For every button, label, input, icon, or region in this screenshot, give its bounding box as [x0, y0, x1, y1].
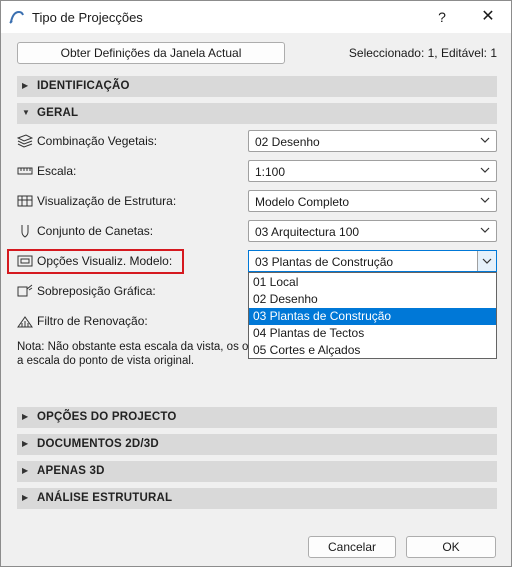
dropdown-value: 03 Arquitectura 100 [255, 225, 360, 239]
dropdown-button[interactable] [477, 251, 496, 271]
option-03-plantas-construcao[interactable]: 03 Plantas de Construção [249, 308, 496, 325]
dialog-window: Tipo de Projecções ? ✕ Obter Definições … [0, 0, 512, 567]
ok-button[interactable]: OK [406, 536, 496, 558]
option-04-plantas-tectos[interactable]: 04 Plantas de Tectos [249, 325, 496, 342]
chevron-down-icon [482, 258, 492, 264]
model-view-options-label: Opções Visualiz. Modelo: [37, 254, 173, 268]
get-settings-button[interactable]: Obter Definições da Janela Actual [17, 42, 285, 64]
chevron-down-icon [480, 137, 490, 143]
window-title: Tipo de Projecções [32, 10, 143, 25]
expand-arrow-icon: ▶ [22, 466, 29, 475]
note-line: a escala do ponto de vista original. [17, 355, 195, 367]
section-identification[interactable]: ▶ IDENTIFICAÇÃO [17, 76, 497, 97]
section-structural-analysis[interactable]: ▶ ANÁLISE ESTRUTURAL [17, 488, 497, 509]
option-02-desenho[interactable]: 02 Desenho [249, 291, 496, 308]
title-bar: Tipo de Projecções ? ✕ [1, 1, 511, 33]
section-label: GERAL [37, 107, 79, 119]
scale-label: Escala: [37, 164, 77, 178]
pen-icon [21, 225, 29, 238]
ruler-icon [17, 167, 33, 175]
collapse-arrow-icon: ▼ [22, 108, 30, 117]
expand-arrow-icon: ▶ [22, 81, 29, 90]
section-project-options[interactable]: ▶ OPÇÕES DO PROJECTO [17, 407, 497, 428]
renovation-filter-label: Filtro de Renovação: [37, 314, 148, 328]
pen-set-label: Conjunto de Canetas: [37, 224, 154, 238]
section-label: IDENTIFICAÇÃO [37, 80, 130, 92]
archicad-app-icon [9, 10, 24, 24]
chevron-down-icon [480, 227, 490, 233]
section-documents-2d-3d[interactable]: ▶ DOCUMENTOS 2D/3D [17, 434, 497, 455]
close-button[interactable]: ✕ [473, 5, 503, 29]
section-label: APENAS 3D [37, 465, 105, 477]
option-01-local[interactable]: 01 Local [249, 274, 496, 291]
section-3d-only[interactable]: ▶ APENAS 3D [17, 461, 497, 482]
dropdown-value: Modelo Completo [255, 195, 350, 209]
structure-icon [17, 195, 33, 207]
layer-combination-dropdown[interactable]: 02 Desenho [248, 130, 497, 152]
chevron-down-icon [480, 167, 490, 173]
cancel-button[interactable]: Cancelar [308, 536, 396, 558]
dropdown-value: 03 Plantas de Construção [255, 255, 394, 269]
expand-arrow-icon: ▶ [22, 493, 29, 502]
structure-display-dropdown[interactable]: Modelo Completo [248, 190, 497, 212]
dropdown-value: 1:100 [255, 165, 286, 179]
model-view-icon [17, 255, 33, 267]
note-line: Nota: Não obstante esta escala da vista,… [17, 341, 249, 353]
expand-arrow-icon: ▶ [22, 412, 29, 421]
graphic-override-label: Sobreposição Gráfica: [37, 284, 156, 298]
model-view-options-list: 01 Local 02 Desenho 03 Plantas de Constr… [248, 272, 497, 359]
section-label: ANÁLISE ESTRUTURAL [37, 492, 173, 504]
graphic-override-icon [17, 284, 33, 297]
section-label: DOCUMENTOS 2D/3D [37, 438, 159, 450]
help-button[interactable]: ? [427, 5, 457, 29]
selection-info: Seleccionado: 1, Editável: 1 [348, 46, 497, 60]
renovation-filter-icon [17, 316, 33, 328]
dropdown-value: 02 Desenho [255, 135, 320, 149]
structure-display-label: Visualização de Estrutura: [37, 194, 177, 208]
scale-dropdown[interactable]: 1:100 [248, 160, 497, 182]
chevron-down-icon [480, 197, 490, 203]
layer-combination-label: Combinação Vegetais: [37, 134, 158, 148]
section-label: OPÇÕES DO PROJECTO [37, 411, 177, 423]
expand-arrow-icon: ▶ [22, 439, 29, 448]
pen-set-dropdown[interactable]: 03 Arquitectura 100 [248, 220, 497, 242]
layers-icon [17, 134, 33, 148]
scale-note: Nota: Não obstante esta escala da vista,… [17, 340, 249, 368]
option-05-cortes-alcados[interactable]: 05 Cortes e Alçados [249, 342, 496, 359]
section-general[interactable]: ▼ GERAL [17, 103, 497, 124]
model-view-options-dropdown[interactable]: 03 Plantas de Construção [248, 250, 497, 272]
